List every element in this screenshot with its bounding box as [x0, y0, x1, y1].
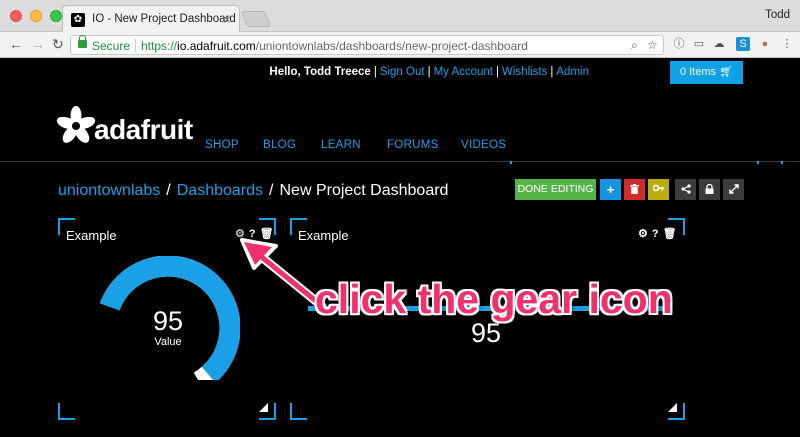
sign-out-link[interactable]: Sign Out [380, 66, 425, 78]
gauge-label: Value [154, 336, 182, 348]
breadcrumb-dashboards[interactable]: Dashboards [177, 182, 263, 199]
nav-shop[interactable]: SHOP [205, 139, 239, 151]
adafruit-logo[interactable]: adafruit [56, 105, 193, 151]
flower-logo-icon [56, 106, 96, 143]
site: Hello, Todd Treece | Sign Out | My Account | W… [0, 58, 800, 437]
share-button[interactable] [675, 179, 696, 200]
back-icon[interactable]: ← [9, 36, 23, 52]
url-scheme: https:// [141, 39, 178, 53]
annotation-callout: click the gear icon [315, 276, 673, 322]
logo-text: adafruit [94, 114, 193, 145]
fullscreen-button[interactable] [723, 179, 744, 200]
window-zoom-button[interactable] [50, 10, 62, 22]
delete-dashboard-button[interactable] [624, 179, 645, 200]
share-icon [680, 184, 691, 194]
privacy-lock-button[interactable] [699, 179, 720, 200]
divider-accent [510, 161, 512, 164]
breadcrumb-current: New Project Dashboard [279, 182, 449, 199]
info-icon[interactable]: ⓘ [672, 37, 686, 51]
cookie-icon[interactable]: ● [758, 37, 772, 51]
lock-icon [705, 183, 714, 194]
divider-accent [757, 161, 759, 164]
trash-icon [630, 184, 639, 194]
browser-tabbar: ✿ IO - New Project Dashboard × Todd [0, 0, 800, 33]
gear-icon[interactable]: ⚙ [638, 228, 648, 240]
wishlists-link[interactable]: Wishlists [502, 66, 547, 78]
forward-icon[interactable]: → [31, 36, 45, 52]
user-bar: Hello, Todd Treece | Sign Out | My Account | W… [269, 66, 589, 78]
trash-icon[interactable]: 🗑︎ [663, 228, 677, 240]
cart-label: 0 Items [679, 66, 717, 78]
url-separator [135, 39, 136, 52]
key-icon [652, 184, 664, 192]
cart-button[interactable]: 0 Items 🛒︎ [670, 61, 743, 84]
window-minimize-button[interactable] [30, 10, 42, 22]
nav-blog[interactable]: BLOG [263, 139, 296, 151]
profile-name[interactable]: Todd [765, 9, 790, 21]
tab-title: IO - New Project Dashboard [92, 13, 236, 25]
cloud-icon[interactable]: ☁ [712, 37, 726, 51]
window-close-button[interactable] [10, 10, 22, 22]
adafruit-favicon-icon: ✿ [71, 13, 85, 27]
key-button[interactable] [648, 179, 669, 200]
resize-handle-icon[interactable] [668, 403, 677, 412]
url-path: /uniontownlabs/dashboards/new-project-da… [255, 39, 528, 53]
done-editing-button[interactable]: DONE EDITING [515, 179, 596, 200]
address-bar[interactable]: Secure https://io.adafruit.com/uniontown… [70, 35, 664, 55]
divider-accent [781, 161, 783, 164]
menu-icon[interactable]: ⋮ [780, 37, 794, 51]
extension-icon[interactable]: S [736, 37, 750, 51]
cart-icon: 🛒︎ [719, 66, 734, 78]
nav-forums[interactable]: FORUMS [387, 139, 439, 151]
gauge-value: 95 [152, 306, 184, 336]
nav-videos[interactable]: VIDEOS [461, 139, 506, 151]
lock-icon [78, 35, 87, 48]
browser-toolbar: ← → ↻ Secure https://io.adafruit.com/uni… [0, 32, 800, 58]
url-host: io.adafruit.com [177, 39, 256, 53]
gauge-widget: 95 Value [96, 256, 240, 380]
tab-close-icon[interactable]: × [223, 12, 231, 27]
my-account-link[interactable]: My Account [434, 66, 493, 78]
new-tab-button[interactable] [241, 11, 271, 27]
cast-icon[interactable]: ▭ [692, 37, 706, 51]
resize-handle-icon[interactable] [259, 403, 268, 412]
block-title: Example [66, 228, 117, 243]
greeting: Hello, Todd Treece [269, 66, 371, 78]
nav-learn[interactable]: LEARN [321, 139, 361, 151]
help-icon[interactable]: ? [652, 228, 659, 240]
browser-tab[interactable]: ✿ IO - New Project Dashboard × [62, 5, 240, 33]
reload-icon[interactable]: ↻ [52, 36, 64, 53]
add-block-button[interactable]: + [600, 179, 621, 200]
admin-link[interactable]: Admin [556, 66, 589, 78]
breadcrumb-user[interactable]: uniontownlabs [58, 182, 160, 199]
url-text[interactable]: https://io.adafruit.com/uniontownlabs/da… [141, 39, 528, 53]
nav-divider [0, 161, 800, 162]
block-tools: ⚙? 🗑︎ [638, 227, 681, 240]
annotation-arrow-icon [240, 238, 327, 311]
breadcrumb: uniontownlabs / Dashboards / New Project Das… [58, 182, 449, 199]
bookmark-star-icon[interactable]: ☆ [647, 38, 658, 52]
secure-label: Secure [92, 39, 131, 53]
expand-icon [728, 184, 739, 194]
search-icon[interactable]: ⌕ [631, 38, 638, 53]
